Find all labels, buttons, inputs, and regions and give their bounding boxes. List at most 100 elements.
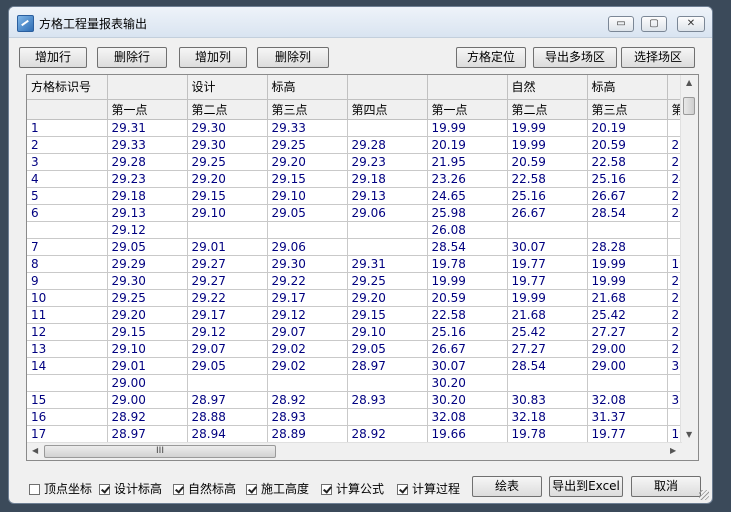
table-cell[interactable]: 28.93 bbox=[347, 391, 428, 409]
table-cell[interactable] bbox=[27, 221, 108, 239]
maximize-button[interactable]: ▢ bbox=[641, 16, 667, 32]
table-cell[interactable]: 5 bbox=[27, 187, 108, 205]
table-cell[interactable]: 27.27 bbox=[587, 323, 668, 341]
delete-column-button[interactable]: 删除列 bbox=[257, 47, 329, 68]
scroll-left-icon[interactable]: ◀ bbox=[32, 446, 38, 455]
checkbox-icon[interactable] bbox=[397, 484, 408, 495]
table-cell[interactable]: 28.97 bbox=[347, 357, 428, 375]
table-cell[interactable]: 28.92 bbox=[347, 425, 428, 443]
table-cell[interactable]: 24.65 bbox=[427, 187, 508, 205]
table-cell[interactable]: 29.01 bbox=[187, 238, 268, 256]
table-cell[interactable]: 29.20 bbox=[107, 306, 188, 324]
vertical-scroll-thumb[interactable] bbox=[683, 97, 695, 115]
table-cell[interactable] bbox=[507, 221, 588, 239]
calc-formula-checkbox[interactable]: 计算公式 bbox=[321, 480, 384, 496]
resize-grip-icon[interactable] bbox=[699, 490, 709, 500]
table-cell[interactable]: 20.59 bbox=[507, 153, 588, 171]
construction-height-checkbox[interactable]: 施工高度 bbox=[246, 480, 309, 496]
table-cell[interactable]: 7 bbox=[27, 238, 108, 256]
table-cell[interactable]: 29.31 bbox=[347, 255, 428, 273]
table-cell[interactable]: 29.20 bbox=[267, 153, 348, 171]
table-cell[interactable]: 27.27 bbox=[507, 340, 588, 358]
table-cell[interactable]: 29.17 bbox=[267, 289, 348, 307]
table-cell[interactable]: 25.16 bbox=[587, 170, 668, 188]
table-cell[interactable]: 29.06 bbox=[347, 204, 428, 222]
scroll-down-icon[interactable]: ▼ bbox=[686, 430, 692, 439]
table-cell[interactable]: 29.00 bbox=[107, 391, 188, 409]
table-cell[interactable] bbox=[187, 374, 268, 392]
table-cell[interactable]: 25.42 bbox=[507, 323, 588, 341]
table-cell[interactable]: 22.58 bbox=[427, 306, 508, 324]
table-cell[interactable]: 19.99 bbox=[507, 136, 588, 154]
table-cell[interactable]: 8 bbox=[27, 255, 108, 273]
table-cell[interactable]: 29.29 bbox=[107, 255, 188, 273]
table-cell[interactable]: 29.13 bbox=[347, 187, 428, 205]
table-cell[interactable]: 32.18 bbox=[507, 408, 588, 426]
table-cell[interactable]: 30.20 bbox=[427, 391, 508, 409]
table-cell[interactable]: 19.99 bbox=[507, 119, 588, 137]
table-cell[interactable]: 29.00 bbox=[107, 374, 188, 392]
table-cell[interactable]: 28.88 bbox=[187, 408, 268, 426]
table-cell[interactable]: 29.22 bbox=[267, 272, 348, 290]
table-cell[interactable]: 29.07 bbox=[267, 323, 348, 341]
table-cell[interactable]: 28.97 bbox=[187, 391, 268, 409]
table-cell[interactable]: 29.10 bbox=[347, 323, 428, 341]
table-cell[interactable] bbox=[27, 374, 108, 392]
delete-row-button[interactable]: 删除行 bbox=[97, 47, 167, 68]
table-cell[interactable]: 30.20 bbox=[427, 374, 508, 392]
table-cell[interactable]: 28.54 bbox=[507, 357, 588, 375]
table-cell[interactable]: 19.78 bbox=[507, 425, 588, 443]
header-cell[interactable]: 第一点 bbox=[427, 99, 508, 120]
table-cell[interactable]: 29.22 bbox=[187, 289, 268, 307]
table-cell[interactable]: 29.12 bbox=[267, 306, 348, 324]
table-cell[interactable]: 11 bbox=[27, 306, 108, 324]
header-cell[interactable]: 标高 bbox=[587, 75, 668, 100]
header-cell[interactable]: 第四点 bbox=[347, 99, 428, 120]
table-cell[interactable]: 29.12 bbox=[187, 323, 268, 341]
table-cell[interactable]: 29.31 bbox=[107, 119, 188, 137]
table-cell[interactable] bbox=[347, 221, 428, 239]
table-cell[interactable]: 28.54 bbox=[427, 238, 508, 256]
table-cell[interactable]: 29.25 bbox=[187, 153, 268, 171]
checkbox-icon[interactable] bbox=[246, 484, 257, 495]
table-cell[interactable]: 19.99 bbox=[507, 289, 588, 307]
header-cell[interactable] bbox=[27, 99, 108, 120]
table-cell[interactable]: 29.30 bbox=[107, 272, 188, 290]
table-cell[interactable] bbox=[587, 374, 668, 392]
table-cell[interactable] bbox=[267, 374, 348, 392]
checkbox-icon[interactable] bbox=[321, 484, 332, 495]
vertex-coords-checkbox[interactable]: 顶点坐标 bbox=[29, 480, 92, 496]
table-cell[interactable]: 26.67 bbox=[587, 187, 668, 205]
table-cell[interactable]: 32.08 bbox=[427, 408, 508, 426]
table-cell[interactable]: 29.33 bbox=[267, 119, 348, 137]
table-cell[interactable]: 28.89 bbox=[267, 425, 348, 443]
table-cell[interactable]: 12 bbox=[27, 323, 108, 341]
table-cell[interactable]: 29.00 bbox=[587, 357, 668, 375]
table-cell[interactable]: 25.16 bbox=[427, 323, 508, 341]
table-cell[interactable] bbox=[187, 221, 268, 239]
checkbox-icon[interactable] bbox=[29, 484, 40, 495]
calc-process-checkbox[interactable]: 计算过程 bbox=[397, 480, 460, 496]
table-cell[interactable]: 13 bbox=[27, 340, 108, 358]
header-cell[interactable] bbox=[427, 75, 508, 100]
table-cell[interactable]: 30.07 bbox=[427, 357, 508, 375]
checkbox-icon[interactable] bbox=[173, 484, 184, 495]
table-cell[interactable]: 29.07 bbox=[187, 340, 268, 358]
select-area-button[interactable]: 选择场区 bbox=[621, 47, 695, 68]
table-cell[interactable]: 19.78 bbox=[427, 255, 508, 273]
table-cell[interactable]: 20.19 bbox=[427, 136, 508, 154]
table-cell[interactable]: 29.30 bbox=[187, 136, 268, 154]
add-column-button[interactable]: 增加列 bbox=[179, 47, 247, 68]
table-cell[interactable]: 29.10 bbox=[107, 340, 188, 358]
table-cell[interactable]: 14 bbox=[27, 357, 108, 375]
table-cell[interactable]: 29.28 bbox=[107, 153, 188, 171]
natural-elevation-checkbox[interactable]: 自然标高 bbox=[173, 480, 236, 496]
table-cell[interactable]: 4 bbox=[27, 170, 108, 188]
table-cell[interactable]: 28.92 bbox=[107, 408, 188, 426]
table-cell[interactable]: 19.99 bbox=[587, 255, 668, 273]
table-cell[interactable]: 29.30 bbox=[267, 255, 348, 273]
table-cell[interactable]: 29.02 bbox=[267, 357, 348, 375]
table-cell[interactable]: 29.25 bbox=[347, 272, 428, 290]
table-cell[interactable]: 29.30 bbox=[187, 119, 268, 137]
header-cell[interactable] bbox=[347, 75, 428, 100]
